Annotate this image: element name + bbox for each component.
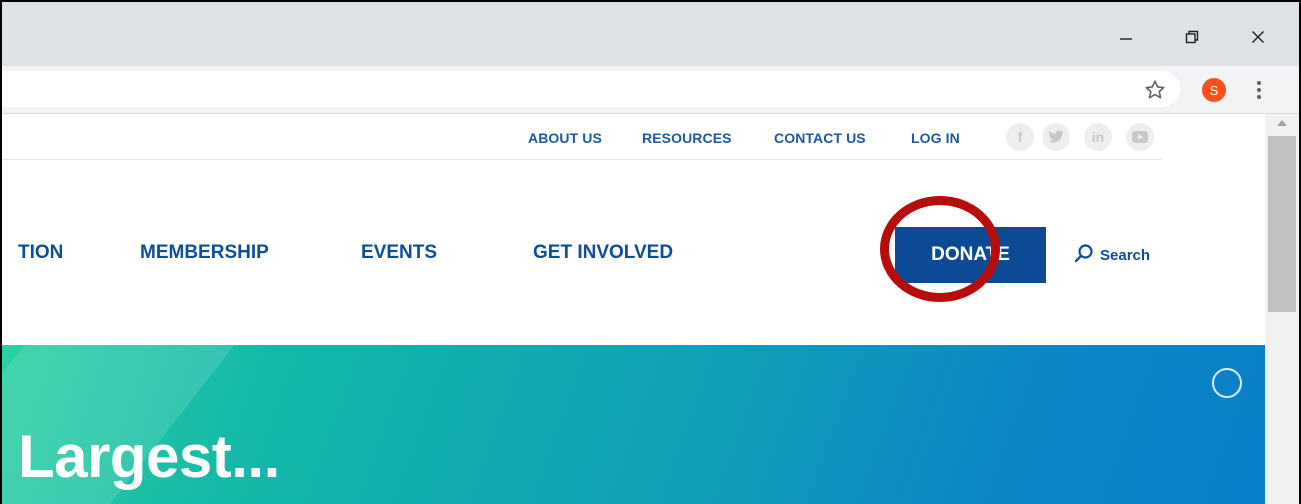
restore-icon[interactable] — [1172, 20, 1212, 54]
browser-toolbar: S — [2, 66, 1299, 114]
twitter-icon[interactable] — [1042, 123, 1070, 151]
hero-title: Largest... — [18, 423, 280, 490]
page-viewport: ABOUT US RESOURCES CONTACT US LOG IN f i… — [2, 114, 1265, 504]
main-nav-item-get-involved[interactable]: GET INVOLVED — [533, 242, 673, 264]
nav-link-contact-us[interactable]: CONTACT US — [774, 130, 866, 146]
nav-link-about-us[interactable]: ABOUT US — [528, 130, 602, 146]
close-icon[interactable] — [1238, 20, 1278, 54]
linkedin-icon[interactable]: in — [1084, 123, 1112, 151]
annotation-circle — [880, 196, 1000, 302]
nav-link-log-in[interactable]: LOG IN — [911, 130, 960, 146]
facebook-icon[interactable]: f — [1006, 123, 1034, 151]
vertical-scrollbar[interactable] — [1265, 114, 1299, 504]
nav-link-resources[interactable]: RESOURCES — [642, 130, 732, 146]
carousel-indicator[interactable] — [1212, 368, 1242, 398]
search-label: Search — [1100, 246, 1151, 264]
linkedin-glyph: in — [1091, 129, 1105, 145]
profile-avatar[interactable]: S — [1202, 78, 1226, 102]
scrollbar-thumb[interactable] — [1268, 136, 1296, 312]
search-icon — [1074, 243, 1094, 268]
facebook-glyph: f — [1017, 129, 1023, 145]
kebab-menu-icon[interactable] — [1254, 79, 1264, 101]
main-nav-item-truncated[interactable]: TION — [18, 242, 63, 264]
minimize-icon[interactable] — [1106, 20, 1146, 54]
main-nav-item-membership[interactable]: MEMBERSHIP — [140, 242, 269, 264]
youtube-icon[interactable] — [1126, 123, 1154, 151]
utility-nav: ABOUT US RESOURCES CONTACT US LOG IN f i… — [2, 114, 1162, 160]
hero-banner: Largest... — [2, 345, 1265, 504]
browser-titlebar — [2, 2, 1299, 66]
scroll-up-arrow-icon[interactable] — [1277, 120, 1287, 126]
star-icon[interactable] — [1144, 79, 1166, 101]
screenshot-frame: S ABOUT US RESOURCES CONTACT US LOG IN f… — [0, 0, 1301, 504]
address-bar[interactable] — [2, 71, 1180, 107]
main-nav-item-events[interactable]: EVENTS — [361, 242, 437, 264]
search-button[interactable]: Search — [1074, 243, 1151, 268]
profile-initial: S — [1209, 82, 1219, 98]
